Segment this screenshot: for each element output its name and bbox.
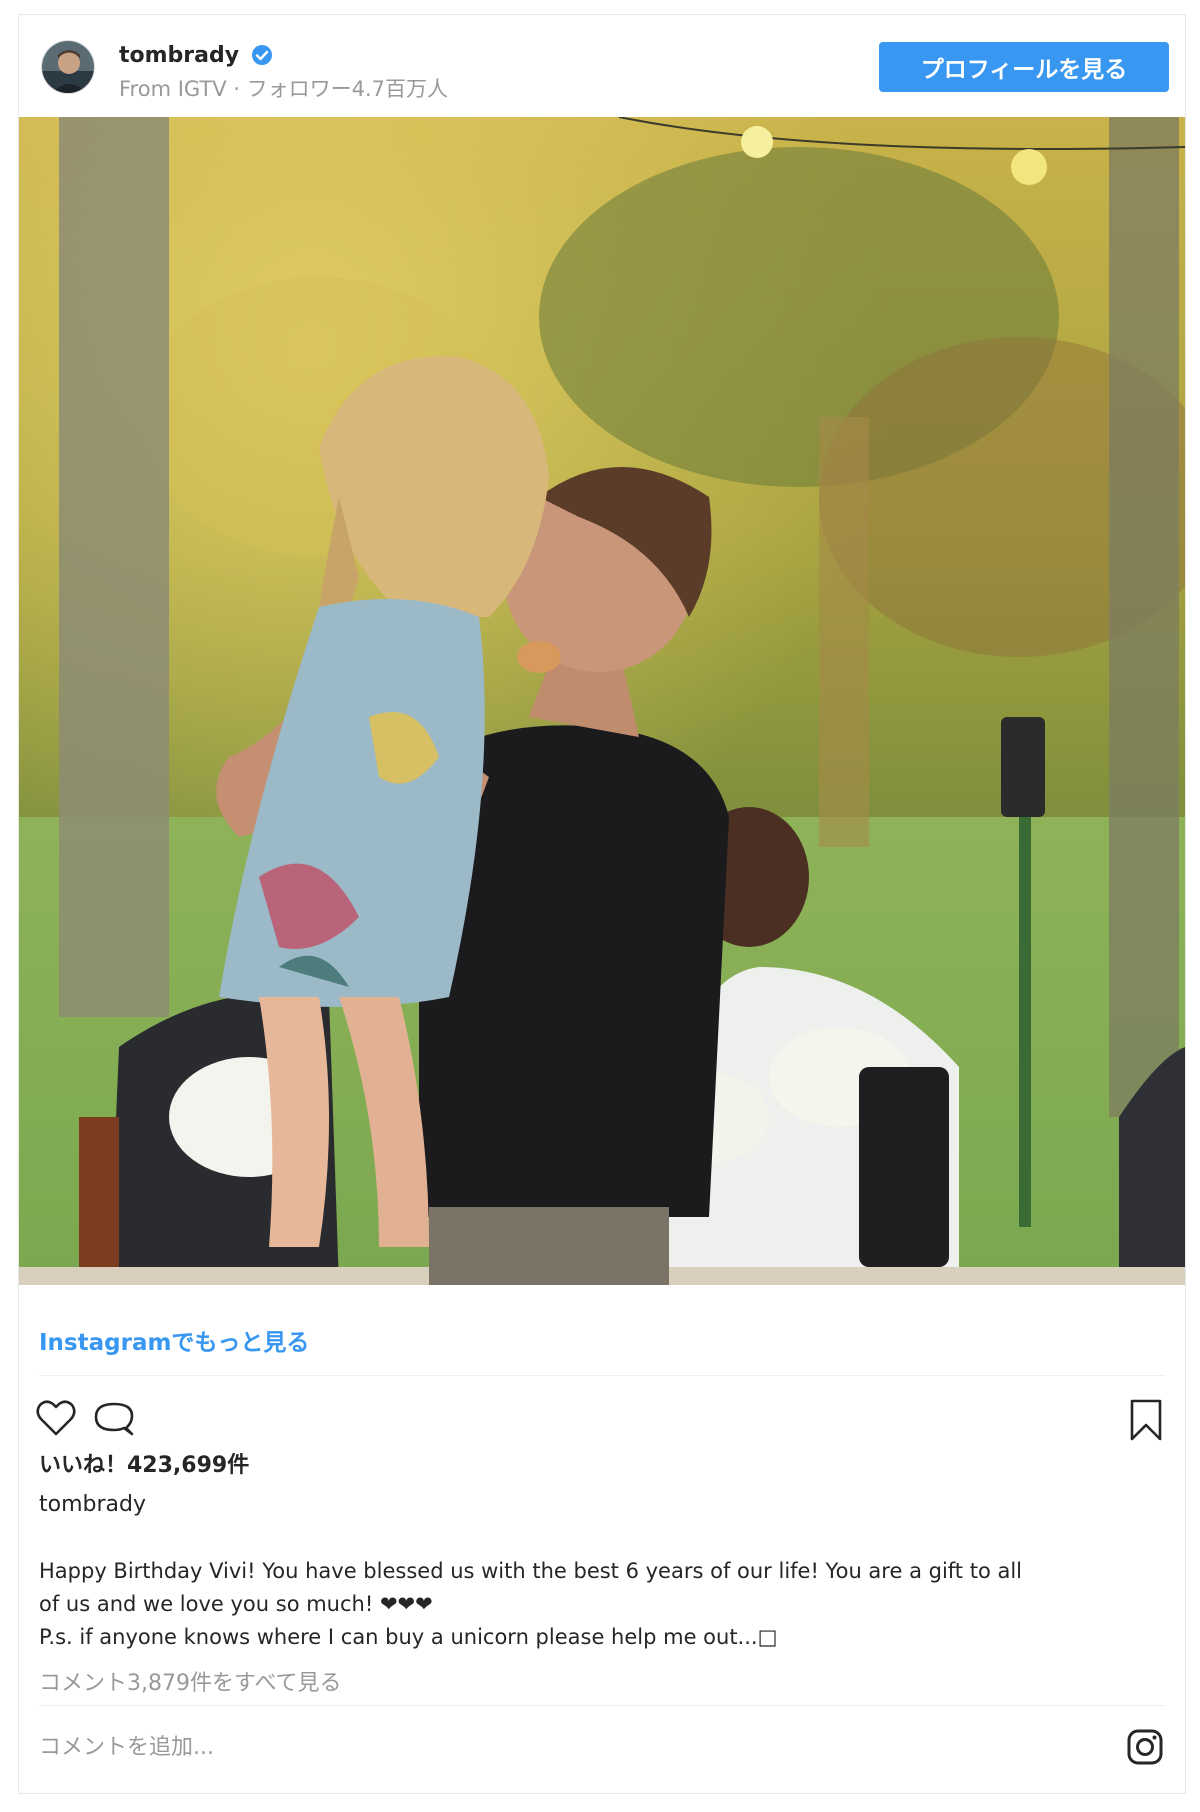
post-photo[interactable] [19,117,1185,1285]
more-on-instagram-link[interactable]: Instagramでもっと見る [39,1323,309,1357]
add-comment-input[interactable] [39,1735,739,1760]
caption-line: Happy Birthday Vivi! You have blessed us… [39,1559,1023,1583]
caption-username[interactable]: tombrady [39,1492,146,1517]
verified-badge-icon [251,44,273,66]
post-subline: From IGTV · フォロワー4.7百万人 [119,77,449,101]
caption-line: P.s. if anyone knows where I can buy a u… [39,1625,778,1649]
caption-text: Happy Birthday Vivi! You have blessed us… [39,1555,1169,1654]
comment-bubble-icon[interactable] [91,1395,137,1441]
divider [39,1705,1165,1706]
view-all-comments-link[interactable]: コメント3,879件をすべて見る [39,1665,342,1697]
instagram-logo-icon[interactable] [1125,1727,1165,1767]
bookmark-icon[interactable] [1123,1397,1169,1443]
post-header: tombrady From IGTV · フォロワー4.7百万人 プロフィールを… [19,15,1185,117]
instagram-embed-card: tombrady From IGTV · フォロワー4.7百万人 プロフィールを… [18,14,1186,1794]
username[interactable]: tombrady [119,43,239,68]
avatar[interactable] [41,40,95,94]
caption-line: of us and we love you so much! ❤❤❤ [39,1592,433,1616]
divider [39,1375,1165,1376]
heart-icon[interactable] [33,1395,79,1441]
likes-count[interactable]: いいね！423,699件 [39,1447,249,1479]
view-profile-button[interactable]: プロフィールを見る [879,42,1169,92]
